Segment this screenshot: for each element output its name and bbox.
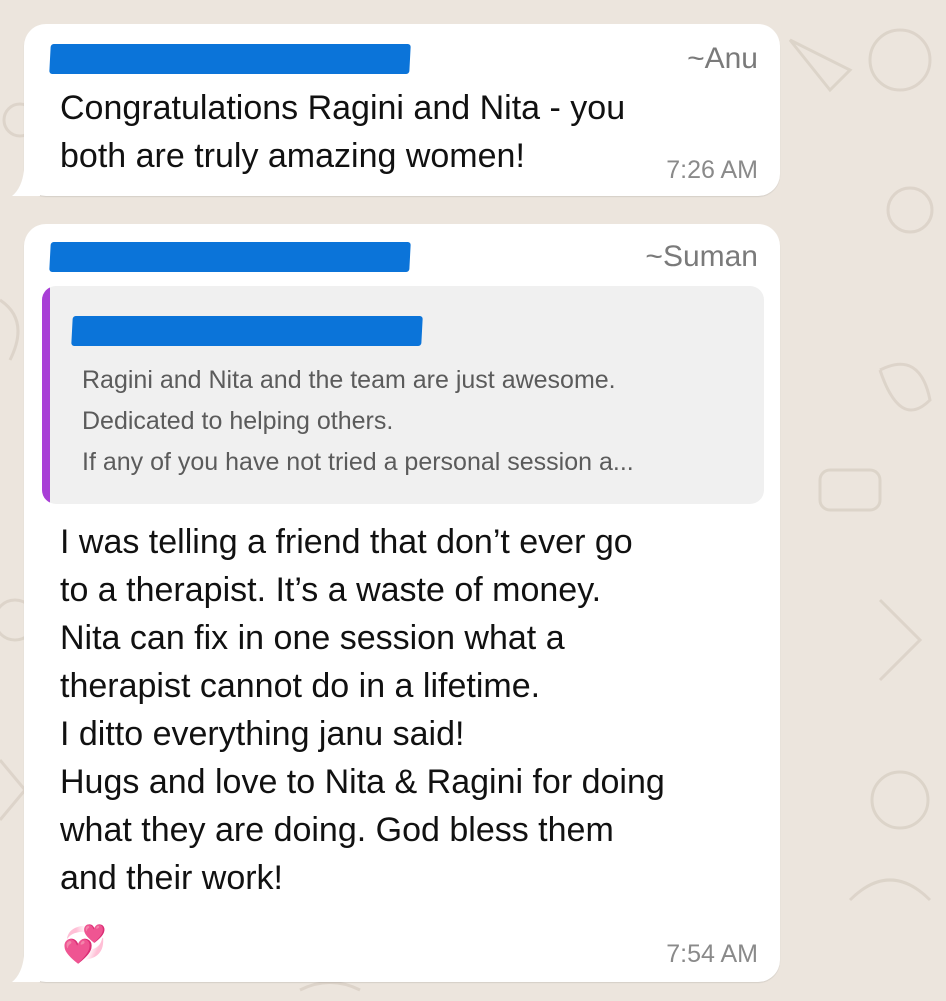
redacted-phone-number — [49, 242, 411, 272]
message-timestamp: 7:26 AM — [666, 156, 758, 184]
message-text: Congratulations Ragini and Nita - you bo… — [60, 89, 626, 175]
quoted-text: Ragini and Nita and the team are just aw… — [82, 366, 634, 476]
sender-name[interactable]: ~Suman — [645, 240, 758, 274]
message-bubble-anu[interactable]: ~Anu Congratulations Ragini and Nita - y… — [12, 24, 780, 196]
message-bubble-suman[interactable]: ~Suman Ragini and Nita and the team are … — [12, 224, 780, 982]
quote-accent-bar — [42, 286, 50, 504]
bubble-tail — [12, 956, 40, 982]
bubble-tail — [12, 170, 40, 196]
sender-name[interactable]: ~Anu — [687, 42, 758, 76]
quoted-message[interactable]: Ragini and Nita and the team are just aw… — [42, 286, 764, 504]
two-hearts-emoji: 💞 — [62, 923, 107, 964]
message-timestamp: 7:54 AM — [666, 940, 758, 968]
message-text: I was telling a friend that don’t ever g… — [60, 523, 665, 897]
redacted-phone-number — [49, 44, 411, 74]
redacted-quoted-sender — [71, 316, 423, 346]
